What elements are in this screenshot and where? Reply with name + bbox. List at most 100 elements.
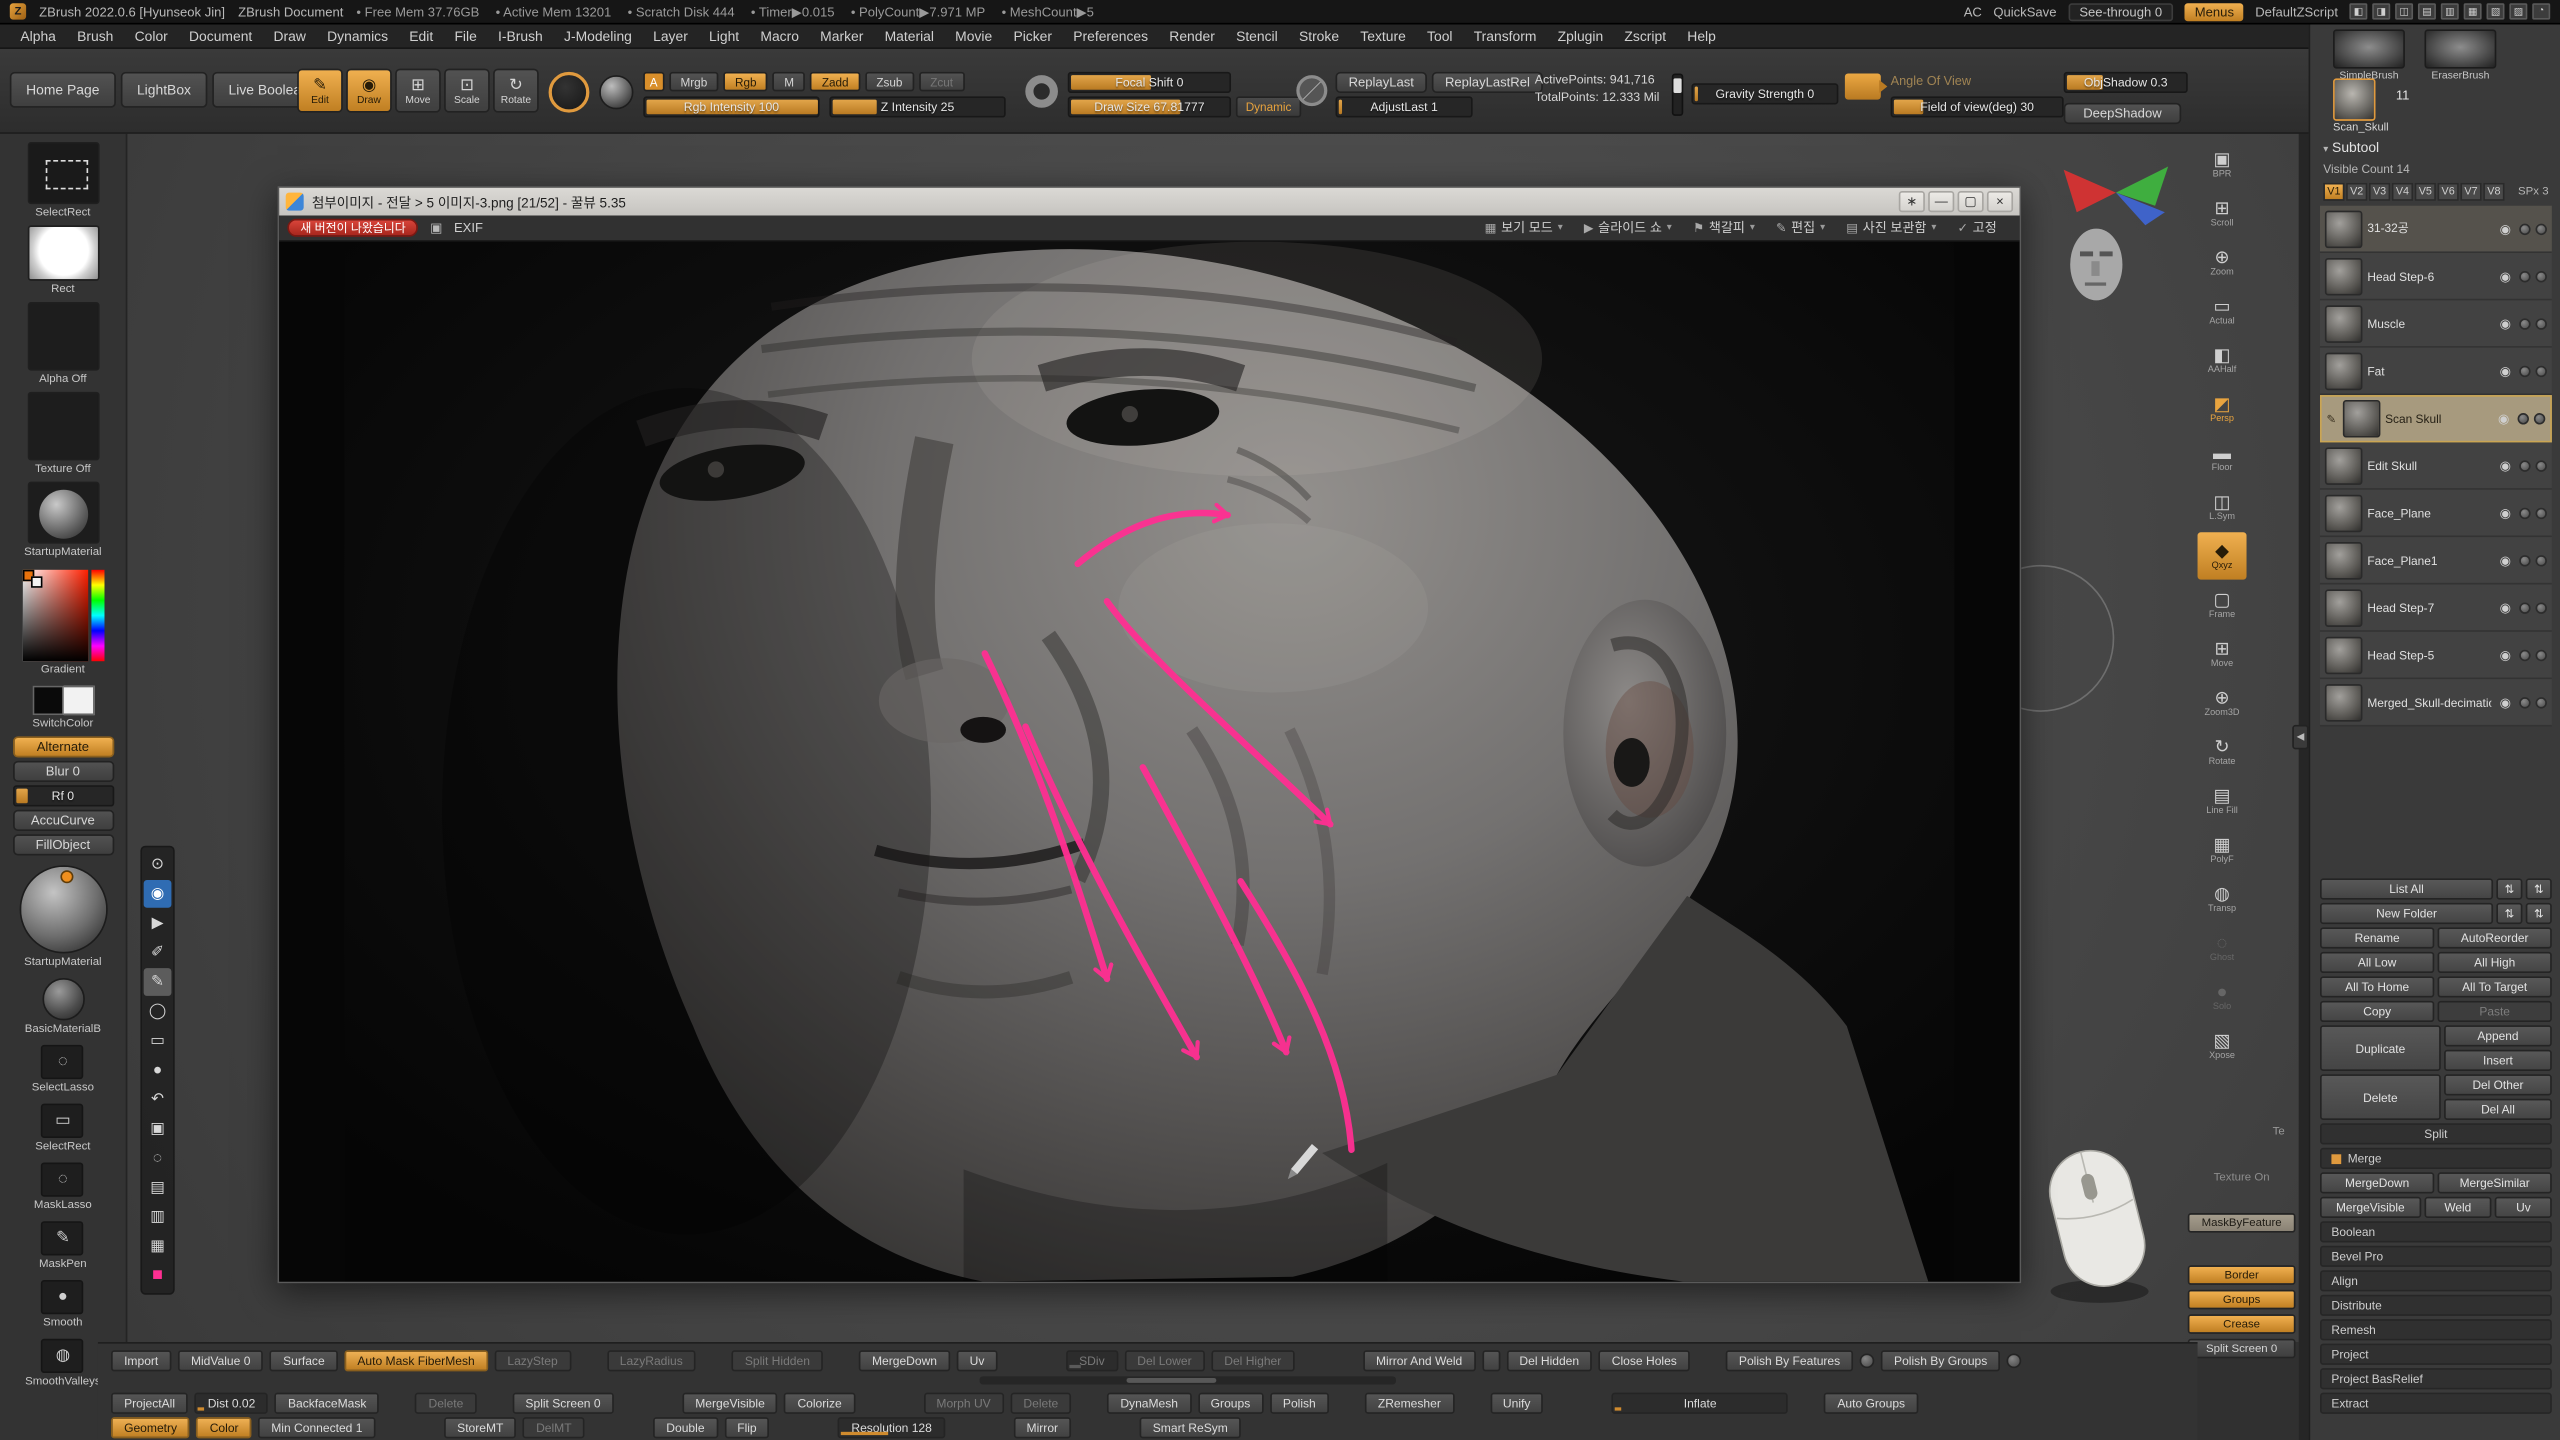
polypaint-toggle[interactable] bbox=[2519, 649, 2530, 660]
tray-button[interactable]: Morph UV bbox=[923, 1393, 1003, 1414]
menu-item[interactable]: Help bbox=[1677, 28, 1727, 44]
current-tool[interactable]: 11 Scan_Skull bbox=[2333, 78, 2464, 134]
highlighter-icon[interactable]: ✎ bbox=[144, 968, 172, 996]
view-mode-menu[interactable]: ▦ 보기 모드 ▾ bbox=[1485, 219, 1563, 237]
folder-up-button[interactable]: ⇅ bbox=[2496, 903, 2522, 924]
subtool-row[interactable]: Muscle ◉ bbox=[2320, 300, 2552, 347]
tray-button[interactable]: Mirror And Weld bbox=[1363, 1350, 1475, 1371]
scroll-button[interactable]: ⊞ Scroll bbox=[2198, 189, 2247, 236]
list-all-button[interactable]: List All bbox=[2320, 878, 2493, 899]
tray-button[interactable]: Geometry bbox=[111, 1417, 190, 1438]
clear-icon[interactable]: ▣ bbox=[144, 1115, 172, 1143]
focal-shift-slider[interactable]: Focal Shift 0 bbox=[1068, 72, 1231, 93]
brush-thumbnail[interactable]: ▭ bbox=[42, 1104, 84, 1138]
split-screen-button[interactable]: Split Screen 0 bbox=[2188, 1339, 2296, 1359]
z-intensity-slider[interactable]: Z Intensity 25 bbox=[829, 96, 1005, 117]
texture-toggle-label[interactable]: Texture On bbox=[2188, 1172, 2296, 1183]
alpha-channel-toggle[interactable]: A bbox=[643, 72, 664, 92]
tray-button[interactable]: Split Hidden bbox=[732, 1350, 823, 1371]
brush-thumbnail[interactable]: ● bbox=[42, 1280, 84, 1314]
tray-button[interactable] bbox=[1482, 1350, 1500, 1371]
switch-color[interactable] bbox=[32, 686, 94, 715]
exif-button[interactable]: EXIF bbox=[454, 220, 483, 235]
tray-button[interactable]: Uv bbox=[957, 1350, 998, 1371]
merge-similar-button[interactable]: MergeSimilar bbox=[2438, 1172, 2552, 1193]
layout-icon-5[interactable]: ▥ bbox=[2441, 3, 2459, 19]
brush-thumbnail[interactable]: ◍ bbox=[42, 1339, 84, 1373]
stroke-selector[interactable] bbox=[27, 142, 99, 204]
persp-button[interactable]: ◩ Persp bbox=[2198, 385, 2247, 432]
gravity-strength-slider[interactable]: Gravity Strength 0 bbox=[1691, 83, 1838, 104]
aahalf-button[interactable]: ◧ AAHalf bbox=[2198, 336, 2247, 383]
rgb-button[interactable]: Rgb bbox=[724, 72, 768, 92]
alpha-off-selector[interactable] bbox=[27, 302, 99, 371]
tray-button[interactable]: ProjectAll bbox=[111, 1393, 188, 1414]
uv-toggle[interactable] bbox=[2536, 460, 2547, 471]
list-up-button[interactable]: ⇅ bbox=[2496, 878, 2522, 899]
tray-button[interactable]: Flip bbox=[724, 1417, 770, 1438]
menu-item[interactable]: Render bbox=[1159, 28, 1226, 44]
menu-item[interactable]: Movie bbox=[945, 28, 1003, 44]
tray-button[interactable]: Import bbox=[111, 1350, 171, 1371]
append-button[interactable]: Append bbox=[2444, 1025, 2552, 1046]
tray-button[interactable]: Groups bbox=[1198, 1393, 1264, 1414]
menu-item[interactable]: J-Modeling bbox=[553, 28, 642, 44]
tray-button[interactable]: Polish By Groups bbox=[1881, 1350, 2000, 1371]
tray-button[interactable]: Del Hidden bbox=[1506, 1350, 1592, 1371]
xpose-button[interactable]: ▧ Xpose bbox=[2198, 1022, 2247, 1069]
mask-by-feature-button[interactable]: MaskByFeature bbox=[2188, 1213, 2296, 1233]
menu-item[interactable]: Preferences bbox=[1063, 28, 1159, 44]
color-pin-icon[interactable]: ⊙ bbox=[144, 851, 172, 879]
tray-button[interactable]: Del Higher bbox=[1211, 1350, 1294, 1371]
menu-item[interactable]: Material bbox=[874, 28, 945, 44]
subtool-header[interactable]: ▾ Subtool bbox=[2323, 139, 2379, 155]
polypaint-toggle[interactable] bbox=[2519, 318, 2530, 329]
tray-button[interactable]: Polish By Features bbox=[1726, 1350, 1853, 1371]
menu-item[interactable]: Picker bbox=[1003, 28, 1063, 44]
alpha-selector[interactable] bbox=[27, 225, 99, 281]
menu-item[interactable]: File bbox=[444, 28, 488, 44]
tray-button[interactable]: Surface bbox=[270, 1350, 338, 1371]
subtool-row[interactable]: Head Step-7 ◉ bbox=[2320, 584, 2552, 631]
save-image-icon[interactable]: ▤ bbox=[144, 1174, 172, 1202]
eye-icon[interactable]: ◉ bbox=[144, 880, 172, 908]
rotate-button[interactable]: ↻ Rotate bbox=[493, 69, 539, 113]
uv-toggle[interactable] bbox=[2536, 602, 2547, 613]
tray-button[interactable]: SDiv bbox=[1066, 1350, 1118, 1371]
field-of-view-slider[interactable]: Field of view(deg) 30 bbox=[1891, 96, 2064, 117]
layout-icon-7[interactable]: ▧ bbox=[2487, 3, 2505, 19]
simple-brush-thumbnail[interactable] bbox=[2333, 29, 2405, 68]
actual-button[interactable]: ▭ Actual bbox=[2198, 287, 2247, 334]
polypaint-toggle[interactable] bbox=[2519, 507, 2530, 518]
tray-button[interactable]: Auto Mask FiberMesh bbox=[344, 1350, 487, 1371]
update-notice-button[interactable]: 새 버전이 나왔습니다 bbox=[287, 219, 418, 237]
layout-icon-4[interactable]: ▤ bbox=[2418, 3, 2436, 19]
subtool-row[interactable]: Merged_Skull-decimation2_5 ◉ bbox=[2320, 679, 2552, 726]
layout-icon-9[interactable]: ◔ bbox=[2532, 3, 2550, 19]
edit-button[interactable]: ✎ Edit bbox=[297, 69, 343, 113]
tray-button[interactable]: Close Holes bbox=[1599, 1350, 1690, 1371]
menu-item[interactable]: Stencil bbox=[1225, 28, 1288, 44]
alpha-preview-icon[interactable] bbox=[599, 75, 633, 109]
eye-icon[interactable]: ◉ bbox=[2496, 695, 2514, 710]
eye-icon[interactable]: ◉ bbox=[2496, 647, 2514, 662]
menu-item[interactable]: Draw bbox=[263, 28, 317, 44]
subtool-row[interactable]: 31-32공 ◉ bbox=[2320, 206, 2552, 253]
new-folder-button[interactable]: New Folder bbox=[2320, 903, 2493, 924]
tray-button[interactable]: Unify bbox=[1490, 1393, 1544, 1414]
all-high-button[interactable]: All High bbox=[2438, 952, 2552, 973]
tray-button[interactable]: StoreMT bbox=[444, 1417, 516, 1438]
menu-item[interactable]: Zplugin bbox=[1547, 28, 1614, 44]
dynamic-button[interactable]: Dynamic bbox=[1236, 96, 1301, 117]
rotate-3d-button[interactable]: ↻ Rotate bbox=[2198, 728, 2247, 775]
fill-object-button[interactable]: FillObject bbox=[12, 834, 113, 855]
visibility-tab[interactable]: V8 bbox=[2483, 183, 2504, 201]
menu-item[interactable]: Dynamics bbox=[317, 28, 399, 44]
qxyz-button[interactable]: ◆ Qxyz bbox=[2198, 532, 2247, 579]
menu-item[interactable]: Marker bbox=[810, 28, 874, 44]
layout-icon-8[interactable]: ▨ bbox=[2509, 3, 2527, 19]
merge-down-button[interactable]: MergeDown bbox=[2320, 1172, 2434, 1193]
main-color-swatch[interactable] bbox=[32, 686, 63, 715]
m-button[interactable]: M bbox=[773, 72, 806, 92]
color-picker[interactable] bbox=[22, 570, 104, 661]
